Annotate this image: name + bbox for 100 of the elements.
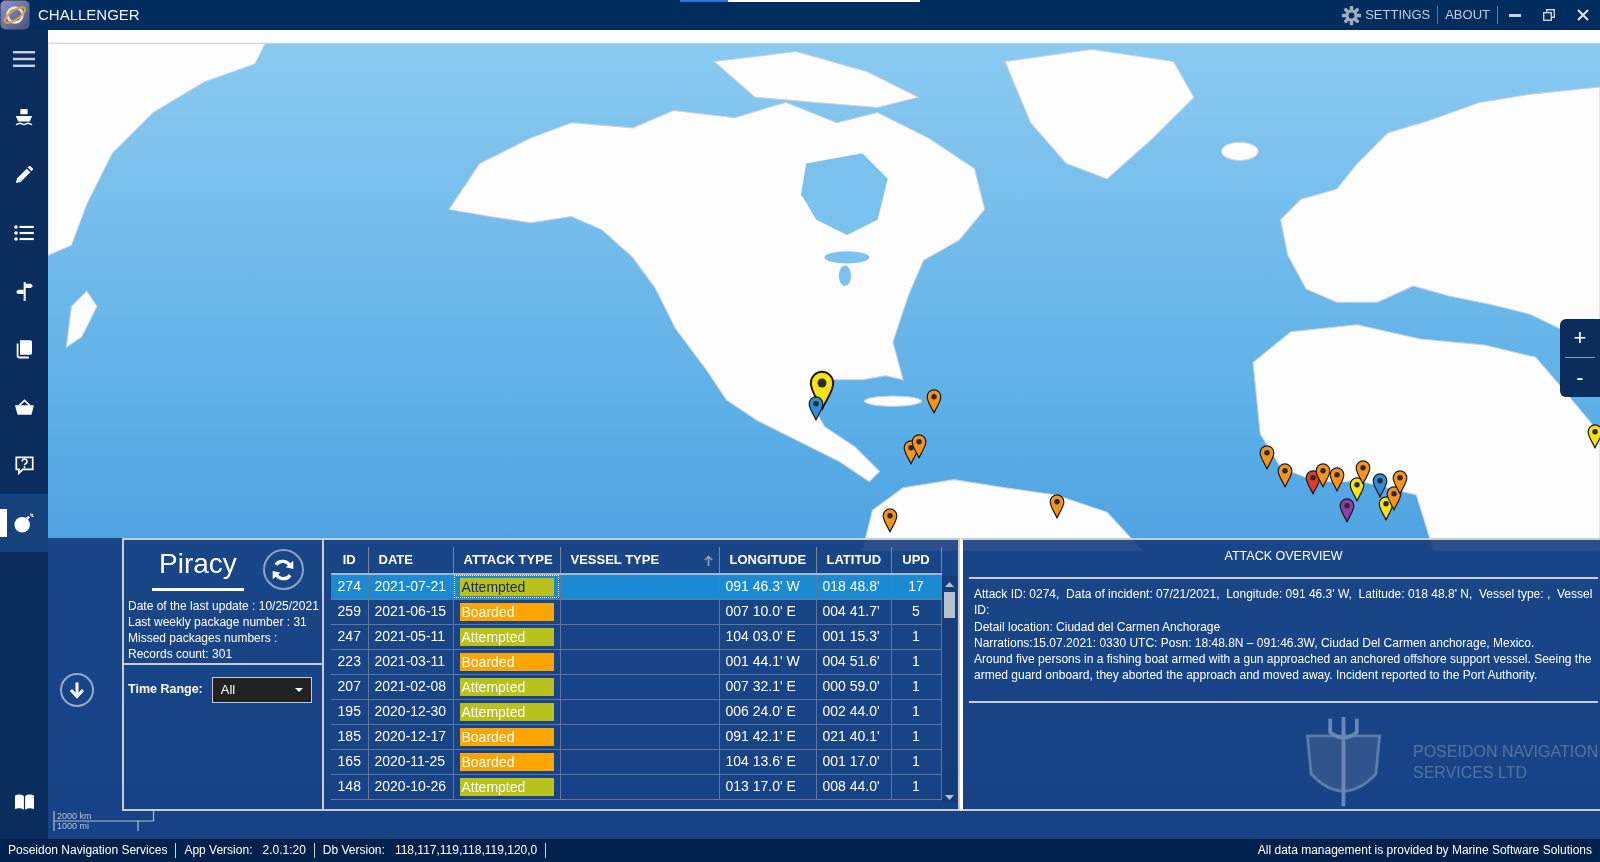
scroll-down-icon [944, 795, 954, 800]
map-pin-icon [881, 506, 899, 533]
minimize-icon [1509, 13, 1521, 17]
table-cell: 1 [891, 774, 941, 799]
table-row[interactable]: 247 2021-05-11 Attempted 104 03.0' E 001 15.3' 1 [331, 624, 941, 649]
attack-type-tag: Boarded [459, 652, 554, 671]
table-cell: 259 [331, 599, 368, 624]
table-cell: 247 [331, 624, 368, 649]
help-icon [14, 455, 34, 475]
table-cell: 001 44.1' W [719, 649, 816, 674]
table-cell: 004 41.7' [816, 599, 891, 624]
table-cell: 2020-11-25 [368, 749, 453, 774]
signpost-icon [15, 281, 33, 301]
scroll-up-icon [944, 582, 954, 587]
restore-icon [1543, 9, 1555, 21]
menu-icon [13, 51, 35, 67]
overview-text: Around five persons in a fishing boat armed with a gun approached an anchored offshore support vessel. Seeing the armed guard onboard, they aborted the approach and moved away. Incident reported to the Port Authority. [974, 651, 1593, 684]
table-cell: 17 [891, 574, 941, 599]
zoom-out-button[interactable]: - [1565, 358, 1595, 397]
map-pin-icon [925, 387, 943, 414]
sidebar-item[interactable] [0, 494, 48, 552]
table-cell: 148 [331, 774, 368, 799]
table-cell: 007 10.0' E [719, 599, 816, 624]
table-cell: 018 48.8' [816, 574, 891, 599]
table-cell: 5 [891, 599, 941, 624]
filter-label: Time Range: [128, 682, 203, 698]
table-row[interactable]: 223 2021-03-11 Boarded 001 44.1' W 004 51.6' 1 [331, 649, 941, 674]
table-cell: 2020-12-17 [368, 724, 453, 749]
scroll-thumb[interactable] [943, 592, 955, 618]
map-pin-icon [910, 433, 928, 460]
book-icon [16, 339, 32, 359]
table-cell: 2021-05-11 [368, 624, 453, 649]
map-pin-icon [1276, 462, 1294, 489]
table-cell: 091 46.3' W [719, 574, 816, 599]
table-cell: 1 [891, 724, 941, 749]
version-label: App Version: [184, 843, 253, 858]
table-cell: 013 17.0' E [719, 774, 816, 799]
attack-type-tag: Attempted [459, 777, 554, 796]
version-label: Db Version: [322, 843, 385, 858]
map-pin-icon [1314, 462, 1332, 489]
settings-button[interactable]: SETTINGS [1334, 4, 1438, 26]
about-button[interactable]: ABOUT [1438, 6, 1497, 24]
overview-text: Attack ID: 0274, Data of incident: 07/21/2021, Longitude: 091 46.3' W, Latitude: 018 48.8' N, Vessel type: , Vessel ID: [974, 586, 1594, 619]
attack-type-tag: Attempted [459, 577, 554, 596]
table-cell: 195 [331, 699, 368, 724]
app-title: CHALLENGER [38, 5, 140, 25]
sort-arrow-icon [703, 554, 713, 566]
scale-label: 2000 km [56, 811, 92, 821]
time-range-dropdown[interactable]: All [211, 677, 312, 703]
version-value: 2.0.1:20 [262, 843, 306, 858]
table-row[interactable]: 207 2021-02-08 Attempted 007 32.1' E 000 59.0' 1 [331, 674, 941, 699]
table-cell: 165 [331, 749, 368, 774]
island-shape [1220, 141, 1259, 161]
table-cell: 001 17.0' [816, 749, 891, 774]
info-text: Last weekly package number : 31 [128, 614, 307, 630]
scrollbar[interactable] [941, 576, 957, 803]
table-row[interactable]: 148 2020-10-26 Attempted 013 17.0' E 008 44.0' 1 [331, 774, 941, 799]
bomb-icon [14, 513, 34, 533]
table-cell: 2020-10-26 [368, 774, 453, 799]
table-row[interactable]: 185 2020-12-17 Boarded 091 42.1' E 021 40.1' 1 [331, 724, 941, 749]
map-pin-icon [1354, 459, 1372, 485]
close-icon [1577, 9, 1589, 21]
map-pin-icon [1391, 469, 1409, 496]
basket-icon [14, 399, 34, 415]
table-row[interactable]: 274 2021-07-21 Attempted 091 46.3' W 018 48.8' 17 [331, 574, 941, 599]
info-text: Records count: 301 [128, 646, 233, 662]
table-cell: 1 [891, 649, 941, 674]
table-cell: 1 [891, 699, 941, 724]
company-name: Poseidon Navigation Services [8, 843, 168, 858]
table-cell: 006 24.0' E [719, 699, 816, 724]
refresh-button[interactable] [262, 549, 304, 590]
island-shape [65, 290, 98, 349]
gear-icon [1341, 4, 1363, 26]
table-cell: 1 [891, 674, 941, 699]
table-cell: 2021-02-08 [368, 674, 453, 699]
island-shape [863, 395, 922, 407]
table-row[interactable]: 165 2020-11-25 Boarded 104 13.6' E 001 17.0' 1 [331, 749, 941, 774]
map-pin-icon [1586, 423, 1600, 450]
pencil-icon [15, 166, 33, 184]
info-text: Missed packages numbers : [128, 630, 278, 646]
panel-title: ATTACK OVERVIEW [1223, 548, 1344, 564]
caret-icon [294, 688, 303, 692]
table-cell: 000 59.0' [816, 674, 891, 699]
table-cell: 104 13.6' E [719, 749, 816, 774]
overview-text: Narrations:15.07.2021: 0330 UTC: Posn: 18:48.8N – 091:46.3W, Ciudad Del Carmen anchorage, Mexico. [974, 634, 1536, 652]
attack-type-tag: Boarded [459, 752, 554, 771]
table-cell: 185 [331, 724, 368, 749]
attack-type-tag: Attempted [459, 627, 554, 646]
list-icon [14, 225, 34, 241]
map-pin-icon [1258, 443, 1276, 470]
attack-type-tag: Boarded [459, 727, 554, 746]
zoom-in-button[interactable]: + [1565, 319, 1595, 358]
provider-note: All data management is provided by Marine Software Solutions [1257, 843, 1593, 858]
collapse-button[interactable] [60, 673, 94, 707]
map-pin-icon [1048, 492, 1066, 519]
table-row[interactable]: 195 2020-12-30 Attempted 006 24.0' E 002 44.0' 1 [331, 699, 941, 724]
attack-type-tag: Attempted [459, 702, 554, 721]
info-text: Date of the last update : 10/25/2021 [128, 598, 319, 614]
map-pin-icon [1371, 472, 1389, 499]
table-row[interactable]: 259 2021-06-15 Boarded 007 10.0' E 004 41.7' 5 [331, 599, 941, 624]
